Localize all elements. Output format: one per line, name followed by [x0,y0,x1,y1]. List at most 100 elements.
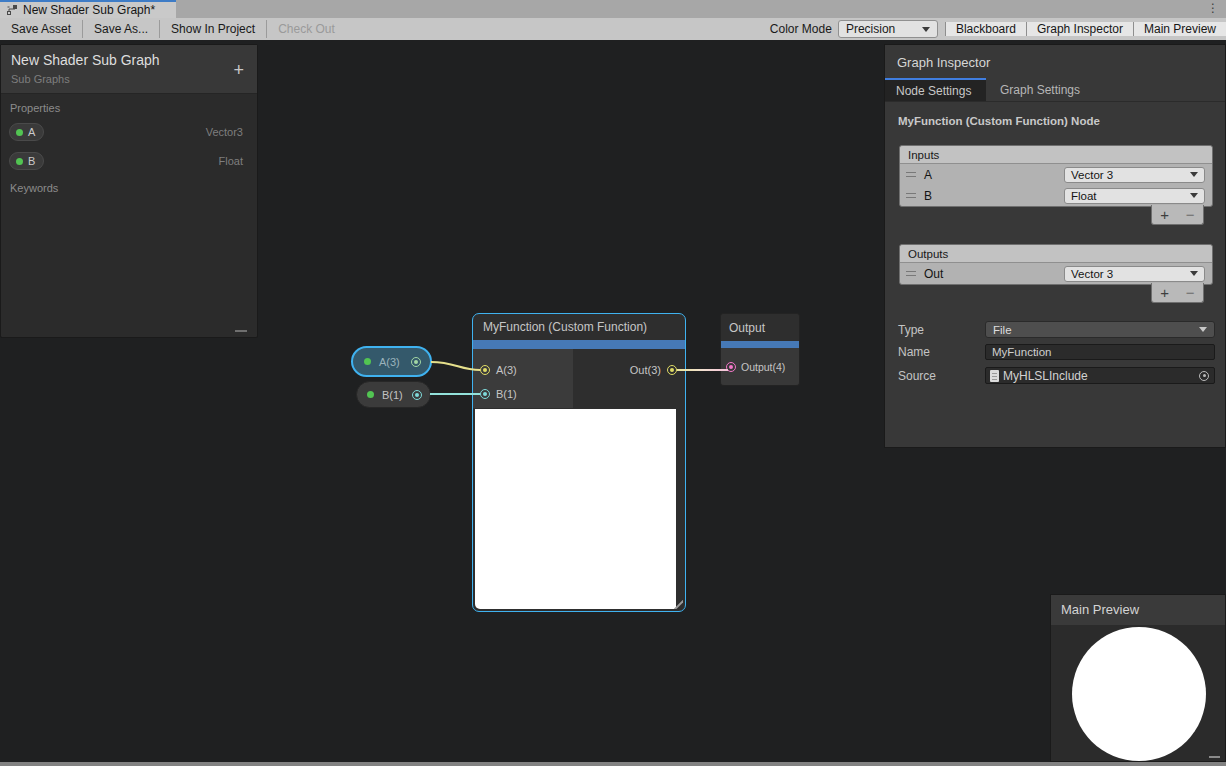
port-label: Output(4) [741,361,785,373]
port-in-a[interactable] [480,365,490,375]
color-mode-value: Precision [846,22,895,36]
type-value: File [993,324,1012,336]
remove-output-button[interactable]: − [1178,284,1204,301]
property-type: Vector3 [206,126,243,138]
tab-title: New Shader Sub Graph* [23,3,155,17]
type-label: Type [898,323,985,337]
main-preview-panel: Main Preview [1050,594,1226,762]
port-out-b[interactable] [412,390,422,400]
main-preview-title[interactable]: Main Preview [1051,595,1225,625]
blackboard-header[interactable]: New Shader Sub Graph Sub Graphs + [1,45,257,94]
main-preview-toggle-button[interactable]: Main Preview [1133,22,1226,36]
keywords-section-label: Keywords [1,182,257,194]
input-name: B [924,189,932,203]
show-in-project-button[interactable]: Show In Project [160,18,266,40]
blackboard-property-row[interactable]: A Vector3 [1,120,257,144]
name-field-row: Name [898,344,1215,360]
node-myfunction[interactable]: MyFunction (Custom Function) A(3) B(1) O… [472,313,686,612]
property-dot-icon [16,129,23,136]
window-tab-bar: New Shader Sub Graph* ⋮ [0,0,1226,18]
output-port-row: Out(3) [630,363,677,377]
blackboard-resize-handle[interactable] [235,330,247,332]
outputs-row-out[interactable]: Out Vector 3 [900,263,1212,284]
node-preview-surface [475,409,676,609]
inputs-row-a[interactable]: A Vector 3 [900,164,1212,185]
source-object-field[interactable]: MyHLSLInclude [985,367,1215,384]
property-node-b[interactable]: B(1) [356,381,431,408]
name-input[interactable] [985,344,1215,360]
input-type-value: Float [1071,190,1097,202]
blackboard-title: New Shader Sub Graph [11,52,247,68]
input-type-dropdown[interactable]: Float [1064,188,1205,204]
blackboard-panel: New Shader Sub Graph Sub Graphs + Proper… [0,44,258,338]
add-output-button[interactable]: + [1152,284,1178,301]
check-out-button[interactable]: Check Out [267,18,346,40]
chevron-down-icon [1190,193,1198,198]
outputs-list-title: Outputs [900,245,1212,263]
source-field-row: Source MyHLSLInclude [898,367,1215,384]
input-port-row-b: B(1) [480,387,517,401]
property-node-a[interactable]: A(3) [351,346,432,377]
output-name: Out [924,267,943,281]
add-input-button[interactable]: + [1152,206,1178,223]
output-type-dropdown[interactable]: Vector 3 [1064,266,1205,282]
property-pill-a[interactable]: A [9,123,44,141]
graph-inspector-title[interactable]: Graph Inspector [885,45,1225,78]
node-preview-resize-handle[interactable] [674,600,683,609]
port-in-output[interactable] [726,362,736,372]
node-title[interactable]: Output [721,314,799,341]
property-dot-icon [367,391,374,398]
file-icon [990,370,999,382]
color-mode-label: Color Mode [770,22,832,36]
node-ports-area: Output(4) [721,348,799,385]
save-asset-button[interactable]: Save Asset [0,18,82,40]
port-label: B(1) [496,388,517,400]
input-type-value: Vector 3 [1071,169,1113,181]
drag-handle-icon[interactable] [906,172,916,177]
remove-input-button[interactable]: − [1178,206,1204,223]
tab-node-settings[interactable]: Node Settings [885,78,986,101]
input-name: A [924,168,932,182]
object-picker-icon[interactable] [1199,371,1209,381]
properties-section-label: Properties [1,102,257,114]
main-preview-resize-handle[interactable] [1209,756,1220,758]
node-title[interactable]: MyFunction (Custom Function) [473,314,685,340]
drag-handle-icon[interactable] [906,271,916,276]
property-name: A [28,126,35,138]
window-menu-icon[interactable]: ⋮ [1207,0,1219,17]
port-in-b[interactable] [480,389,490,399]
chevron-down-icon [1190,172,1198,177]
tab-new-shader-sub-graph[interactable]: New Shader Sub Graph* [0,0,176,18]
color-mode-dropdown[interactable]: Precision [838,20,938,38]
graph-inspector-panel: Graph Inspector Node Settings Graph Sett… [884,44,1226,448]
inspector-tabs: Node Settings Graph Settings [885,78,1225,102]
node-output[interactable]: Output Output(4) [720,313,800,386]
port-out-a[interactable] [411,357,421,367]
toolbar-right-group: Color Mode Precision Blackboard Graph In… [770,18,1226,40]
chevron-down-icon [1190,271,1198,276]
window-bottom-edge [0,762,1226,766]
inputs-row-b[interactable]: B Float [900,185,1212,206]
chevron-down-icon [1199,327,1207,332]
source-label: Source [898,369,985,383]
property-type: Float [219,155,243,167]
blackboard-subtitle: Sub Graphs [11,73,247,85]
outputs-list-footer: + − [1151,283,1204,303]
add-property-button[interactable]: + [233,61,244,79]
input-type-dropdown[interactable]: Vector 3 [1064,167,1205,183]
tab-graph-settings[interactable]: Graph Settings [986,78,1094,101]
save-as-button[interactable]: Save As... [83,18,159,40]
inputs-list: Inputs A Vector 3 B Float [899,145,1213,207]
type-dropdown[interactable]: File [985,321,1215,338]
port-out[interactable] [667,365,677,375]
graph-inspector-toggle-button[interactable]: Graph Inspector [1026,22,1133,36]
property-node-label: B(1) [382,389,403,401]
preview-sphere [1072,627,1206,761]
blackboard-toggle-button[interactable]: Blackboard [945,22,1026,36]
chevron-down-icon [922,27,930,32]
property-pill-b[interactable]: B [9,152,44,170]
node-accent-bar [721,341,799,348]
drag-handle-icon[interactable] [906,193,916,198]
blackboard-property-row[interactable]: B Float [1,149,257,173]
port-label: A(3) [496,364,517,376]
